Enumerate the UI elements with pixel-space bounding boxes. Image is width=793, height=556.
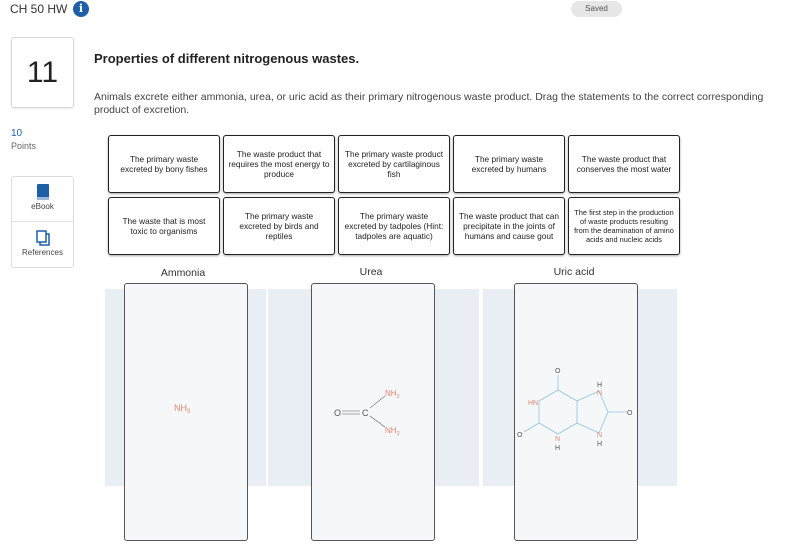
statement-card[interactable]: The first step in the production of wast…	[568, 197, 680, 255]
statement-card[interactable]: The waste product that conserves the mos…	[568, 135, 680, 193]
zone-label-ammonia: Ammonia	[160, 267, 206, 279]
question-number-box: 11	[11, 37, 74, 108]
question-number: 11	[26, 56, 59, 89]
svg-text:NH2: NH2	[385, 389, 400, 400]
statement-card[interactable]: The primary waste excreted by tadpoles (…	[338, 197, 450, 255]
svg-text:HN: HN	[528, 400, 538, 407]
dropzone-ammonia[interactable]: NH3	[124, 283, 248, 541]
svg-text:O: O	[555, 368, 561, 375]
resource-buttons: eBook References	[11, 176, 74, 268]
svg-text:C: C	[362, 408, 369, 418]
ammonia-molecule: NH3	[174, 403, 191, 415]
sidebar-divider	[12, 221, 73, 222]
statement-card[interactable]: The primary waste excreted by humans	[453, 135, 565, 193]
urea-molecule: O C NH2 NH2	[334, 389, 400, 437]
points-value: 10	[11, 128, 23, 139]
top-bar: CH 50 HW i Saved	[0, 0, 793, 20]
svg-text:NH2: NH2	[385, 426, 400, 437]
svg-text:N: N	[597, 390, 602, 397]
svg-text:H: H	[597, 441, 602, 448]
dropzone-uric-acid[interactable]: O HN O N H H N N H O	[514, 283, 638, 541]
info-icon[interactable]: i	[73, 1, 89, 17]
ebook-label: eBook	[31, 202, 54, 211]
dropzone-urea[interactable]: O C NH2 NH2	[311, 283, 435, 541]
svg-text:H: H	[555, 445, 560, 451]
svg-text:O: O	[517, 432, 523, 439]
svg-text:H: H	[597, 382, 602, 389]
saved-status-badge: Saved	[571, 1, 622, 17]
assignment-title: CH 50 HW	[10, 2, 68, 16]
statement-card[interactable]: The waste product that can precipitate i…	[453, 197, 565, 255]
question-title: Properties of different nitrogenous wast…	[94, 51, 360, 66]
statement-card[interactable]: The primary waste excreted by birds and …	[223, 197, 335, 255]
svg-text:N: N	[555, 436, 560, 443]
points-label: Points	[11, 141, 37, 151]
statement-card[interactable]: The waste that is most toxic to organism…	[108, 197, 220, 255]
statement-card[interactable]: The primary waste product excreted by ca…	[338, 135, 450, 193]
svg-text:O: O	[627, 410, 633, 417]
svg-text:O: O	[334, 408, 341, 418]
copy-icon	[35, 230, 50, 246]
svg-text:N: N	[597, 432, 602, 439]
references-button[interactable]: References	[12, 223, 73, 265]
zone-label-urea: Urea	[359, 266, 383, 278]
question-instructions: Animals excrete either ammonia, urea, or…	[94, 91, 764, 116]
statement-card[interactable]: The waste product that requires the most…	[223, 135, 335, 193]
uric-acid-molecule: O HN O N H H N N H O	[517, 368, 633, 451]
zone-label-uric-acid: Uric acid	[553, 266, 595, 278]
ebook-button[interactable]: eBook	[12, 177, 73, 219]
references-label: References	[22, 248, 63, 257]
book-icon	[36, 184, 49, 200]
statement-card[interactable]: The primary waste excreted by bony fishe…	[108, 135, 220, 193]
svg-text:NH3: NH3	[174, 403, 191, 415]
